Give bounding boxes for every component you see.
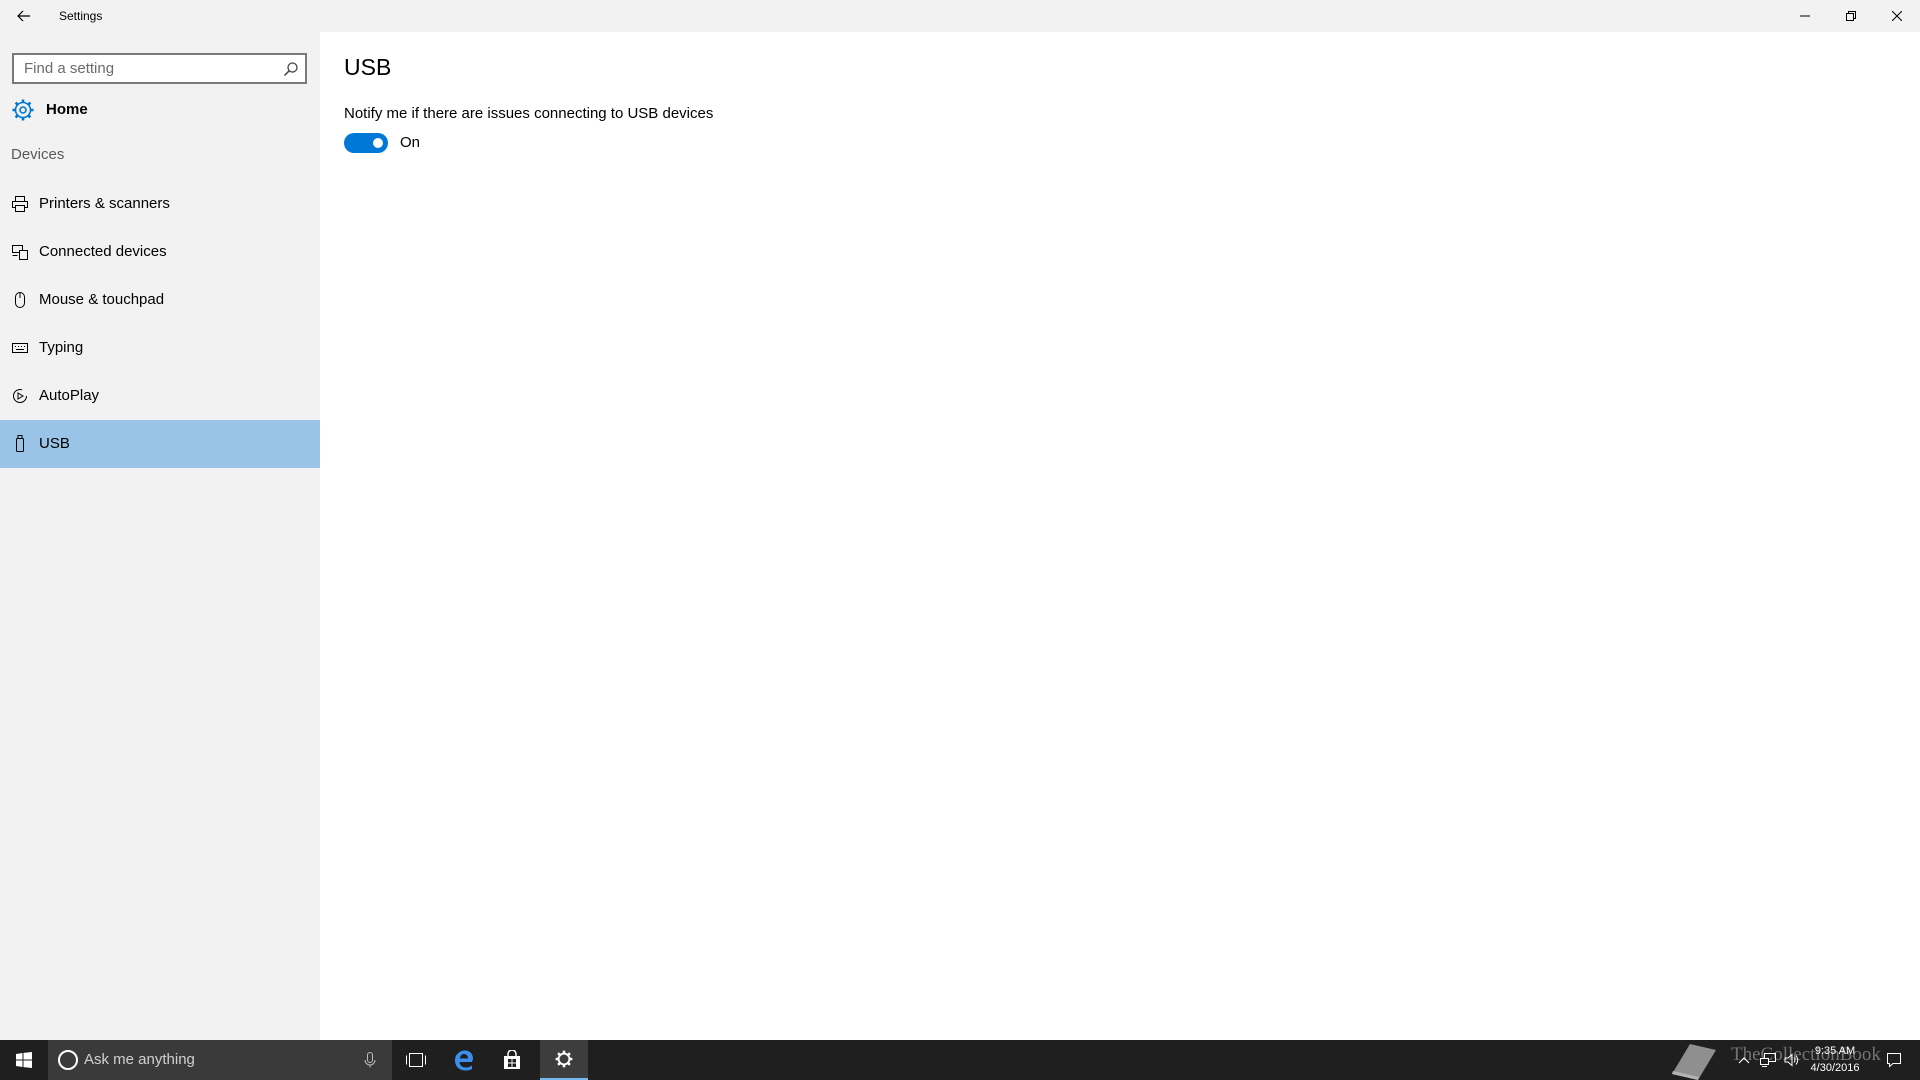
- minimize-button[interactable]: [1782, 0, 1828, 32]
- keyboard-icon: [12, 343, 28, 353]
- sidebar-item-usb[interactable]: USB: [0, 420, 320, 468]
- taskbar: Ask me anything TheCollectionBook 9:35 A…: [0, 1040, 1920, 1080]
- back-button[interactable]: [0, 0, 48, 32]
- store-icon: [504, 1050, 520, 1069]
- cortana-icon: [58, 1050, 78, 1070]
- task-view-button[interactable]: [392, 1040, 440, 1080]
- volume-icon: [1784, 1053, 1799, 1067]
- autoplay-icon: [13, 388, 27, 403]
- task-view-icon: [406, 1053, 426, 1067]
- title-bar: Settings: [0, 0, 1920, 32]
- start-button[interactable]: [0, 1040, 48, 1080]
- search-placeholder: Find a setting: [24, 60, 115, 77]
- edge-icon: [455, 1050, 473, 1071]
- network-icon: [1760, 1053, 1776, 1067]
- sidebar-item-label: Connected devices: [39, 243, 167, 260]
- action-center-button[interactable]: [1874, 1040, 1914, 1080]
- sidebar-item-label: Typing: [39, 339, 84, 356]
- clock-time: 9:35 AM: [1814, 1045, 1856, 1057]
- sidebar-item-mouse-touchpad[interactable]: Mouse & touchpad: [0, 276, 320, 324]
- settings-taskbar-button[interactable]: [540, 1040, 588, 1080]
- sidebar-item-label: Mouse & touchpad: [39, 291, 165, 308]
- restore-button[interactable]: [1828, 0, 1874, 32]
- clock-date: 4/30/2016: [1810, 1062, 1860, 1074]
- sidebar-item-autoplay[interactable]: AutoPlay: [0, 372, 320, 420]
- watermark-book-icon: [1672, 1044, 1716, 1080]
- sidebar-item-label: AutoPlay: [39, 387, 100, 404]
- taskbar-clock[interactable]: 9:35 AM 4/30/2016: [1800, 1043, 1870, 1077]
- chevron-up-icon: [1738, 1057, 1750, 1064]
- mouse-icon: [15, 292, 25, 308]
- windows-logo-icon: [16, 1052, 32, 1068]
- usb-icon: [16, 435, 24, 452]
- cortana-search-box[interactable]: Ask me anything: [48, 1040, 392, 1080]
- main-content: USB Notify me if there are issues connec…: [320, 32, 1920, 1040]
- close-icon: [1892, 11, 1902, 21]
- gear-icon: [12, 99, 34, 121]
- toggle-state-label: On: [400, 134, 421, 151]
- search-icon[interactable]: [283, 61, 299, 77]
- store-button[interactable]: [488, 1040, 536, 1080]
- home-link[interactable]: Home: [0, 92, 320, 128]
- sidebar: Find a setting Home Devices Printers & s…: [0, 32, 320, 1040]
- show-hidden-icons-button[interactable]: [1732, 1040, 1756, 1080]
- microphone-icon[interactable]: [364, 1052, 376, 1068]
- restore-icon: [1846, 11, 1856, 21]
- connected-devices-icon: [12, 245, 28, 260]
- notify-toggle[interactable]: [344, 133, 388, 153]
- sidebar-item-label: Printers & scanners: [39, 195, 170, 212]
- sidebar-item-typing[interactable]: Typing: [0, 324, 320, 372]
- close-button[interactable]: [1874, 0, 1920, 32]
- edge-button[interactable]: [440, 1040, 488, 1080]
- gear-icon: [555, 1050, 573, 1068]
- notification-icon: [1887, 1053, 1901, 1068]
- sidebar-item-label: USB: [39, 435, 70, 452]
- toggle-knob: [373, 138, 383, 148]
- sidebar-item-connected-devices[interactable]: Connected devices: [0, 228, 320, 276]
- group-label: Devices: [11, 146, 65, 163]
- search-input[interactable]: Find a setting: [12, 53, 307, 84]
- cortana-placeholder: Ask me anything: [84, 1051, 195, 1068]
- network-button[interactable]: [1756, 1040, 1780, 1080]
- sidebar-item-printers-scanners[interactable]: Printers & scanners: [0, 180, 320, 228]
- back-arrow-icon: [17, 10, 30, 22]
- home-label: Home: [46, 101, 88, 118]
- minimize-icon: [1800, 15, 1810, 17]
- window-title: Settings: [59, 9, 103, 23]
- printer-icon: [12, 196, 28, 212]
- setting-description: Notify me if there are issues connecting…: [344, 105, 714, 122]
- page-title: USB: [344, 54, 392, 80]
